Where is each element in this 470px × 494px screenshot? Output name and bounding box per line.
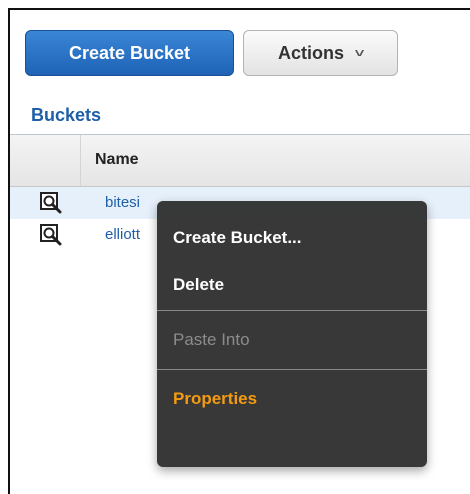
magnifier-bucket-icon[interactable] [40,192,62,214]
menu-item-create-bucket[interactable]: Create Bucket... [157,218,427,260]
column-divider [80,135,81,186]
menu-item-paste-into: Paste Into [173,330,250,349]
create-bucket-button[interactable]: Create Bucket [25,30,234,76]
table-header: Name [10,135,470,187]
section-title: Buckets [31,105,102,125]
menu-item-delete[interactable]: Delete [157,260,427,310]
magnifier-bucket-icon[interactable] [40,224,62,246]
context-menu: Create Bucket... Delete Paste Into Prope… [157,201,427,467]
column-header-name[interactable]: Name [95,151,139,169]
menu-item-properties[interactable]: Properties [157,370,427,428]
chevron-down-icon: ˅ [354,46,365,60]
bucket-name-link[interactable]: elliott [105,226,140,243]
actions-label: Actions [277,42,344,63]
actions-dropdown-button[interactable]: Actions ˅ [243,30,398,76]
bucket-name-link[interactable]: bitesi [105,194,140,211]
